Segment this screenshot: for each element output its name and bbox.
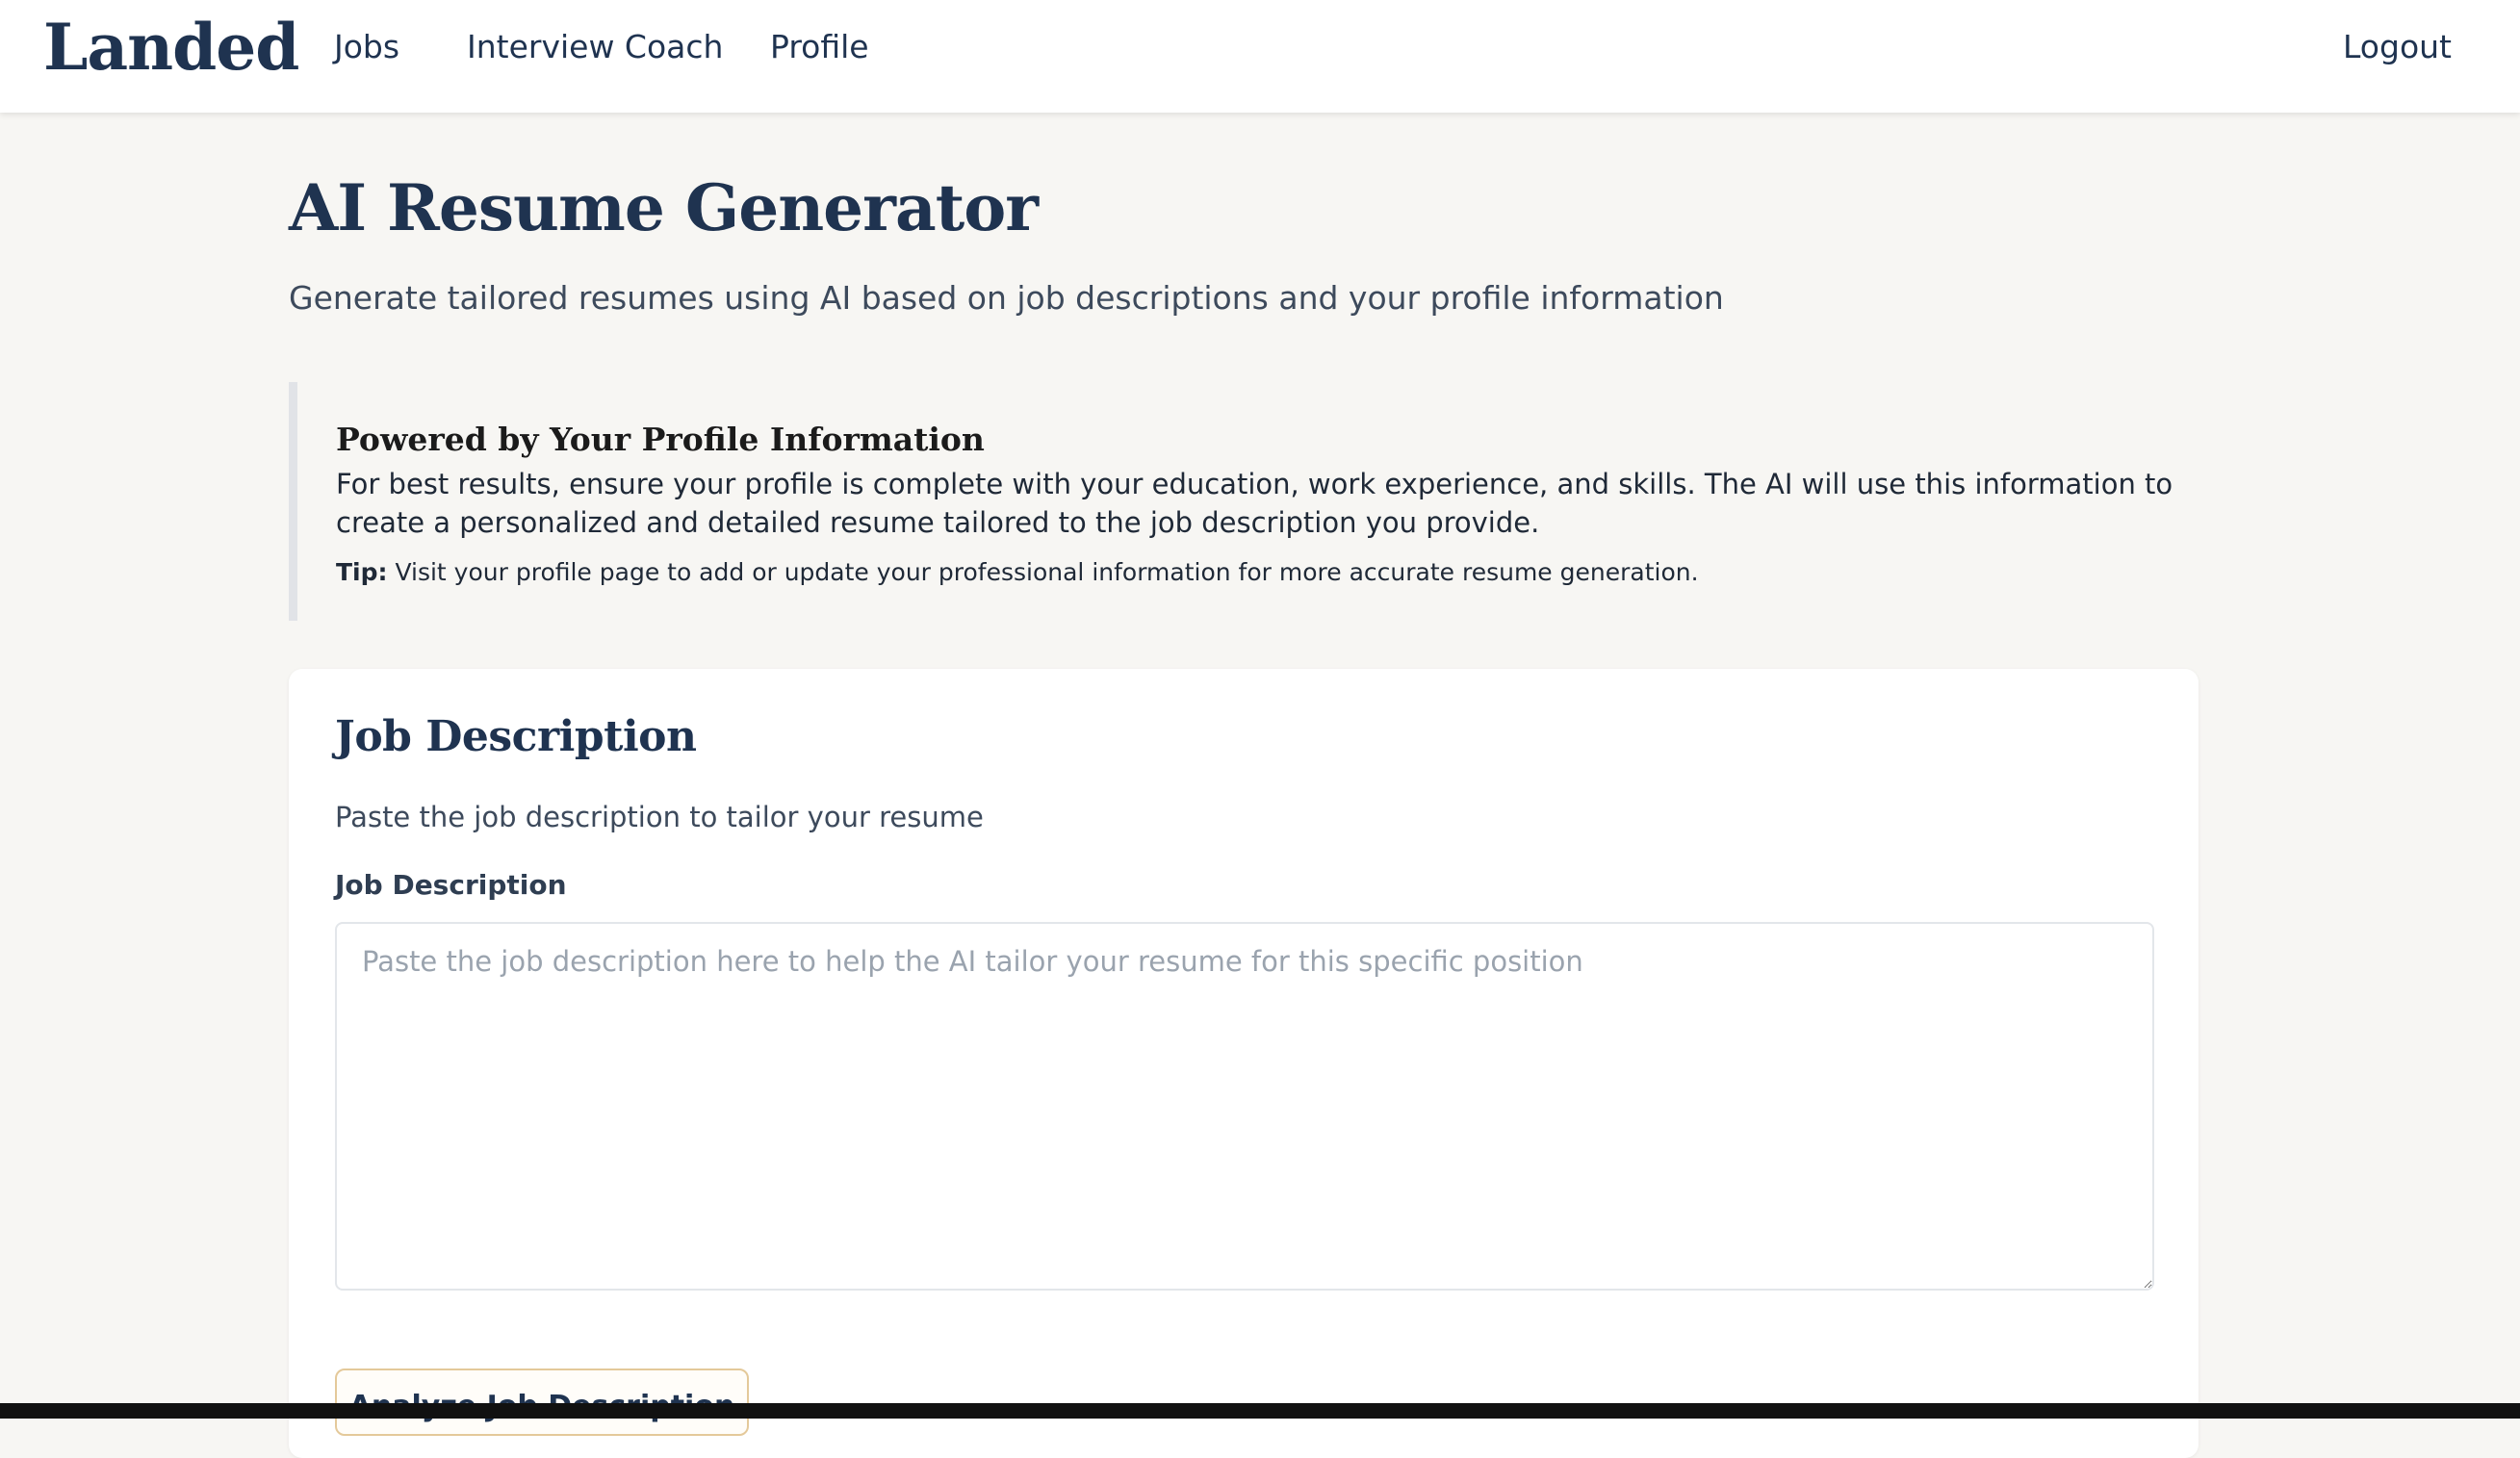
info-tip: Tip: Visit your profile page to add or u…: [336, 558, 1699, 586]
job-description-card: Job Description Paste the job descriptio…: [289, 669, 2199, 1458]
nav-link-jobs[interactable]: Jobs: [334, 28, 399, 65]
card-title: Job Description: [335, 712, 697, 761]
brand-logo[interactable]: Landed: [43, 10, 299, 85]
logout-link[interactable]: Logout: [2343, 28, 2452, 65]
profile-info-callout: Powered by Your Profile Information For …: [289, 382, 2199, 621]
tip-text: Visit your profile page to add or update…: [387, 558, 1699, 586]
job-description-textarea[interactable]: [335, 922, 2154, 1291]
tip-label: Tip:: [336, 558, 388, 586]
analyze-job-description-button[interactable]: Analyze Job Description: [335, 1368, 749, 1436]
page-subtitle: Generate tailored resumes using AI based…: [289, 279, 1724, 317]
nav-link-interview-coach[interactable]: Interview Coach: [467, 28, 723, 65]
top-navbar: Landed Jobs Interview Coach Profile Logo…: [0, 0, 2520, 113]
card-description: Paste the job description to tailor your…: [335, 801, 984, 833]
job-description-label: Job Description: [335, 869, 567, 901]
page-title: AI Resume Generator: [289, 170, 1039, 245]
bottom-edge-bar: [0, 1403, 2520, 1419]
info-title: Powered by Your Profile Information: [336, 421, 985, 458]
nav-link-profile[interactable]: Profile: [770, 28, 869, 65]
info-text: For best results, ensure your profile is…: [336, 468, 2173, 539]
